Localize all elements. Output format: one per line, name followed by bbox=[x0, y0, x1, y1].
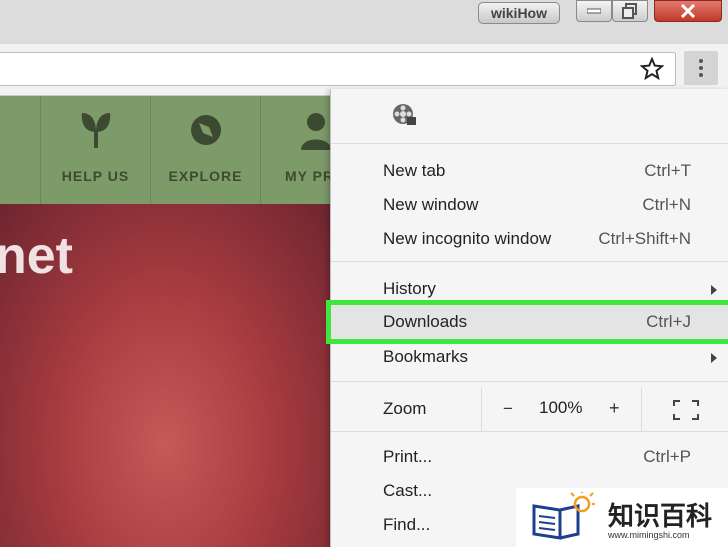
menu-item-label: New incognito window bbox=[383, 229, 552, 248]
menu-separator bbox=[331, 431, 728, 432]
restore-button[interactable] bbox=[612, 0, 648, 22]
menu-item-history[interactable]: History bbox=[331, 272, 728, 306]
restore-icon bbox=[622, 3, 637, 19]
menu-item-label: Downloads bbox=[383, 312, 468, 331]
nav-item-partial[interactable] bbox=[0, 96, 40, 204]
dot-icon bbox=[699, 73, 703, 77]
menu-item-shortcut: Ctrl+Shift+N bbox=[598, 229, 691, 248]
menu-item-label: Find... bbox=[383, 515, 431, 534]
watermark-url: www.mimingshi.com bbox=[608, 530, 690, 540]
menu-separator bbox=[331, 143, 728, 144]
menu-item-label: New window bbox=[383, 195, 479, 214]
menu-item-downloads[interactable]: Downloads Ctrl+J bbox=[326, 300, 728, 344]
zoom-out-button[interactable]: − bbox=[503, 399, 513, 419]
menu-separator bbox=[331, 381, 728, 382]
zoom-level: 100% bbox=[539, 398, 583, 417]
window-title-bar: wikiHow bbox=[0, 0, 728, 44]
chrome-main-menu: New tab Ctrl+T New window Ctrl+N New inc… bbox=[326, 89, 728, 547]
menu-item-shortcut: Ctrl+J bbox=[646, 312, 691, 331]
dot-icon bbox=[699, 66, 703, 70]
nav-label-explore: EXPLORE bbox=[168, 168, 243, 184]
bookmark-star-icon[interactable] bbox=[640, 57, 664, 81]
nav-item-explore[interactable]: EXPLORE bbox=[150, 96, 260, 204]
fullscreen-icon[interactable] bbox=[673, 400, 699, 420]
zoom-in-button[interactable]: + bbox=[609, 398, 620, 419]
dot-icon bbox=[699, 59, 703, 63]
zoom-divider bbox=[641, 387, 642, 431]
submenu-arrow-icon bbox=[711, 285, 717, 295]
menu-item-new-incognito-window[interactable]: New incognito window Ctrl+Shift+N bbox=[331, 222, 728, 256]
menu-item-label: New tab bbox=[383, 161, 446, 180]
hero-heading: net bbox=[0, 227, 73, 285]
menu-item-label: History bbox=[383, 279, 436, 298]
menu-item-label: Print... bbox=[383, 447, 433, 466]
zoom-divider bbox=[481, 387, 482, 431]
submenu-arrow-icon bbox=[711, 353, 717, 363]
chrome-menu-button[interactable] bbox=[684, 51, 718, 85]
menu-item-shortcut: Ctrl+N bbox=[642, 195, 691, 214]
watermark-text: 知识百科 bbox=[608, 501, 713, 531]
book-lightbulb-icon bbox=[532, 492, 595, 540]
hero-banner: net bbox=[0, 204, 330, 547]
nav-item-help-us[interactable]: HELP US bbox=[40, 96, 150, 204]
menu-item-shortcut: Ctrl+T bbox=[644, 161, 691, 180]
zoom-label: Zoom bbox=[383, 399, 427, 418]
minimize-icon bbox=[587, 8, 601, 14]
menu-item-label: Cast... bbox=[383, 481, 433, 500]
menu-item-bookmarks[interactable]: Bookmarks bbox=[331, 340, 728, 374]
compass-icon bbox=[191, 115, 221, 145]
menu-item-new-tab[interactable]: New tab Ctrl+T bbox=[331, 154, 728, 188]
menu-item-new-window[interactable]: New window Ctrl+N bbox=[331, 188, 728, 222]
menu-item-print[interactable]: Print... Ctrl+P bbox=[331, 440, 728, 474]
close-button[interactable] bbox=[654, 0, 722, 22]
nav-item-my-profile[interactable]: MY PRO bbox=[260, 96, 330, 204]
zoom-row: Zoom − 100% + bbox=[331, 387, 728, 431]
nav-label-my-profile: MY PRO bbox=[285, 168, 330, 184]
address-bar[interactable] bbox=[0, 52, 676, 86]
sprout-icon bbox=[81, 113, 111, 148]
watermark: 知识百科 www.mimingshi.com bbox=[516, 488, 728, 547]
nav-label-help-us: HELP US bbox=[61, 168, 130, 184]
menu-item-shortcut: Ctrl+P bbox=[643, 447, 691, 466]
close-icon bbox=[680, 4, 696, 18]
profile-button[interactable]: wikiHow bbox=[478, 2, 560, 24]
person-icon bbox=[301, 113, 330, 150]
menu-separator bbox=[331, 261, 728, 262]
film-reel-icon[interactable] bbox=[391, 101, 417, 127]
web-page: HELP US EXPLORE MY PRO net bbox=[0, 96, 330, 547]
site-nav-bar: HELP US EXPLORE MY PRO bbox=[0, 96, 330, 204]
minimize-button[interactable] bbox=[576, 0, 612, 22]
menu-item-label: Bookmarks bbox=[383, 347, 469, 366]
